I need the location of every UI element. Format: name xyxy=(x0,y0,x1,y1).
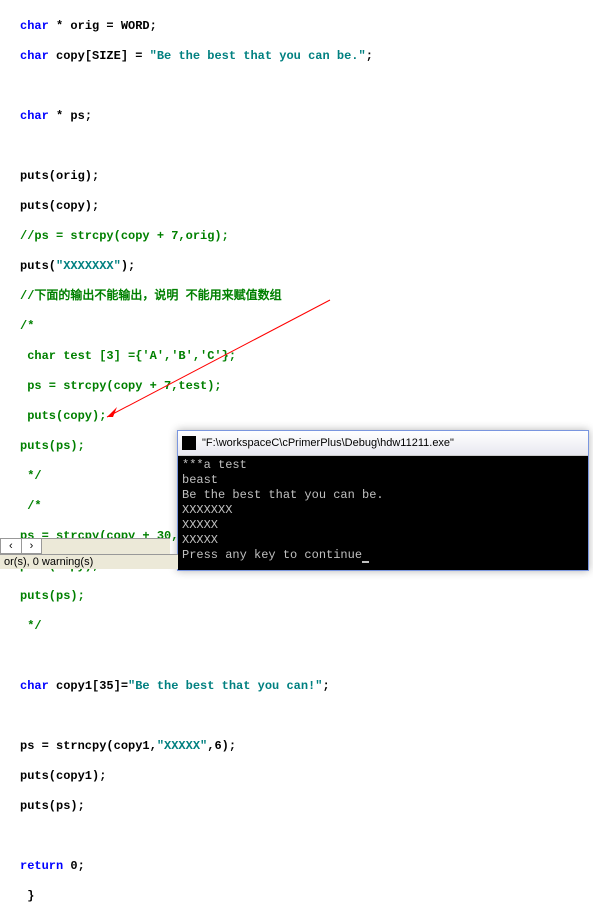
cursor-icon xyxy=(362,561,369,563)
console-titlebar[interactable]: "F:\workspaceC\cPrimerPlus\Debug\hdw1121… xyxy=(178,431,588,456)
comment-line: //下面的输出不能输出，说明 不能用来赋值数组 xyxy=(20,289,573,304)
code-line: char copy[SIZE] = "Be the best that you … xyxy=(20,49,573,64)
console-icon xyxy=(182,436,196,450)
console-title: "F:\workspaceC\cPrimerPlus\Debug\hdw1121… xyxy=(202,437,454,449)
console-line: XXXXXXX xyxy=(182,503,232,517)
status-bar: ‹› or(s), 0 warning(s) xyxy=(0,538,178,569)
console-line: ***a test xyxy=(182,458,247,472)
comment-line: puts(ps); xyxy=(20,589,573,604)
code-line: char * ps; xyxy=(20,109,573,124)
comment-line: ps = strcpy(copy + 7,test); xyxy=(20,379,573,394)
code-line: ps = strncpy(copy1,"XXXXX",6); xyxy=(20,739,573,754)
console-line: Be the best that you can be. xyxy=(182,488,384,502)
code-line: puts("XXXXXXX"); xyxy=(20,259,573,274)
code-line: puts(orig); xyxy=(20,169,573,184)
keyword: char xyxy=(20,679,49,693)
code-line: } xyxy=(20,889,573,904)
console-line: Press any key to continue xyxy=(182,548,362,562)
console-line: XXXXX xyxy=(182,533,218,547)
console-line: beast xyxy=(182,473,218,487)
console-line: XXXXX xyxy=(182,518,218,532)
comment-line: /* xyxy=(20,319,573,334)
comment-line: puts(copy); xyxy=(20,409,573,424)
code-line: puts(copy1); xyxy=(20,769,573,784)
comment-line: */ xyxy=(20,619,573,634)
string-literal: "Be the best that you can be." xyxy=(150,49,366,63)
comment-line: //ps = strcpy(copy + 7,orig); xyxy=(20,229,573,244)
code-line: return 0; xyxy=(20,859,573,874)
string-literal: "XXXXX" xyxy=(157,739,207,753)
code-line: char * orig = WORD; xyxy=(20,19,573,34)
tab-prev[interactable]: ‹ xyxy=(0,539,22,554)
build-status: or(s), 0 warning(s) xyxy=(0,554,178,569)
console-output[interactable]: ***a test beast Be the best that you can… xyxy=(178,456,588,570)
tab-next[interactable]: › xyxy=(21,539,43,554)
keyword: char xyxy=(20,49,49,63)
console-window[interactable]: "F:\workspaceC\cPrimerPlus\Debug\hdw1121… xyxy=(177,430,589,571)
code-line: puts(ps); xyxy=(20,799,573,814)
comment-line: char test [3] ={'A','B','C'}; xyxy=(20,349,573,364)
code-line: puts(copy); xyxy=(20,199,573,214)
keyword: return xyxy=(20,859,63,873)
status-tabs: ‹› xyxy=(0,538,170,554)
code-line: char copy1[35]="Be the best that you can… xyxy=(20,679,573,694)
keyword: char xyxy=(20,109,49,123)
keyword: char xyxy=(20,19,49,33)
string-literal: "Be the best that you can!" xyxy=(128,679,322,693)
string-literal: "XXXXXXX" xyxy=(56,259,121,273)
